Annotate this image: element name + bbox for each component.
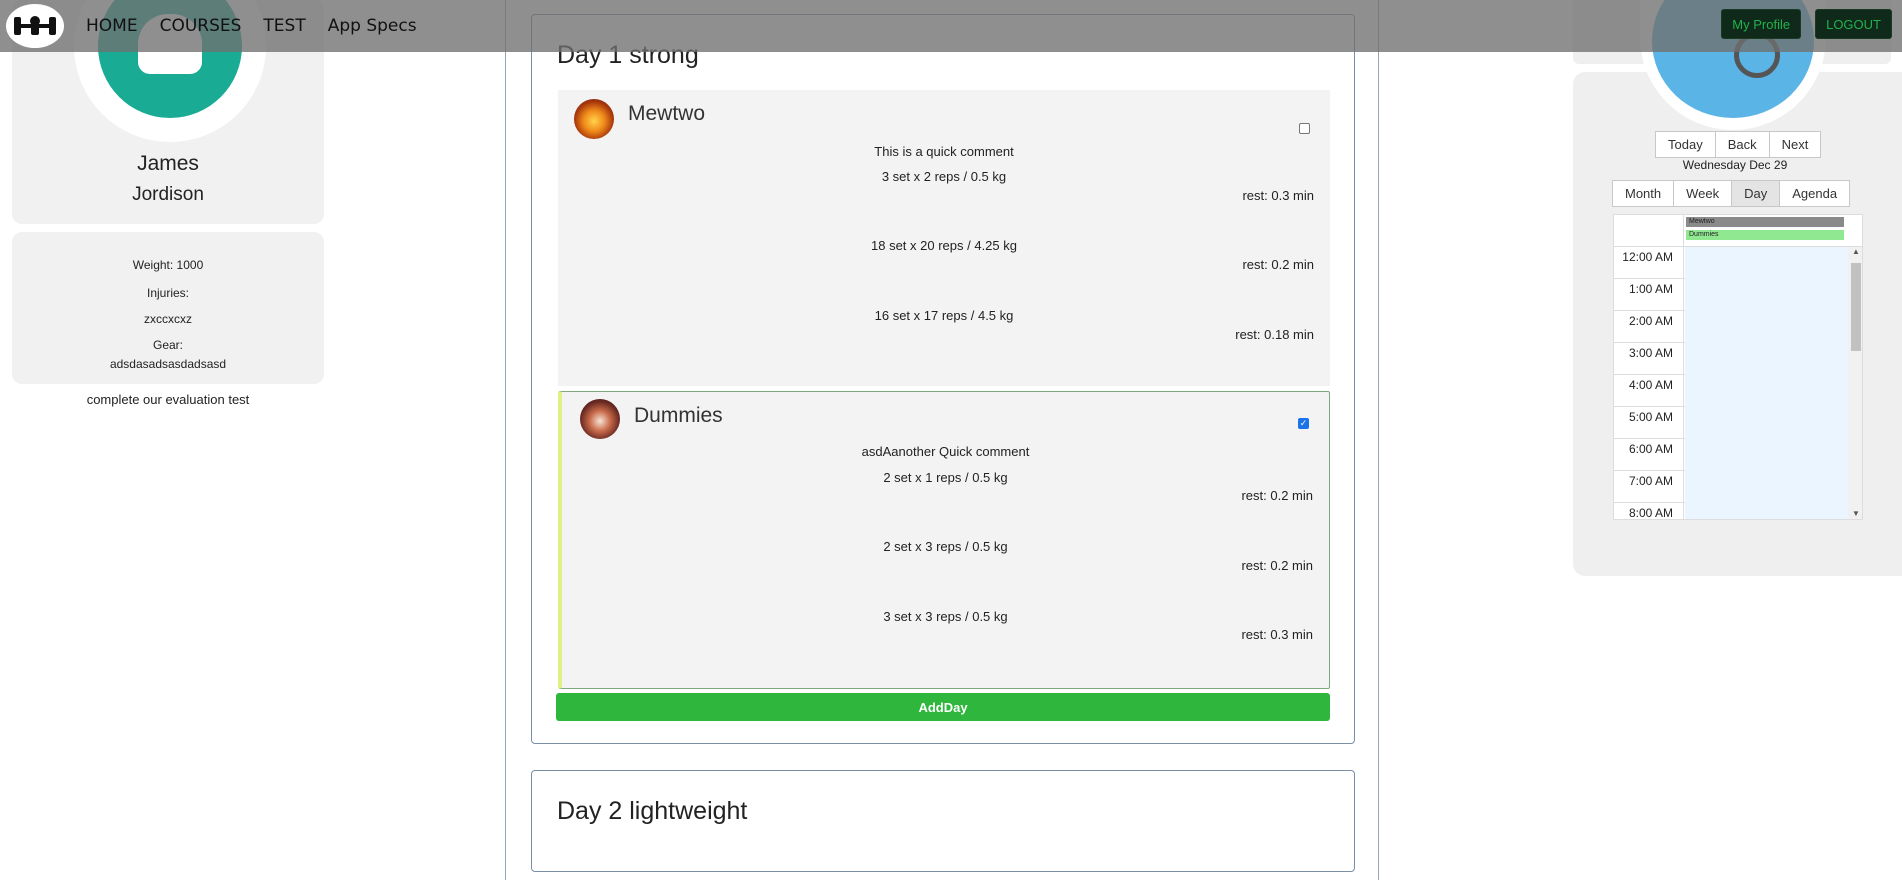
day-title: Day 2 lightweight xyxy=(557,797,748,825)
set-text: 18 set x 20 reps / 4.25 kg xyxy=(871,238,1017,253)
calendar-nav-toolbar: Today Back Next xyxy=(1655,131,1822,158)
exercise-card-selected: Dummies ✓ asdAanother Quick comment 2 se… xyxy=(558,391,1330,689)
top-navbar: HOME COURSES TEST App Specs My Profile L… xyxy=(0,0,1902,52)
nav-courses[interactable]: COURSES xyxy=(160,16,242,36)
nav-test[interactable]: TEST xyxy=(263,16,305,36)
exercise-comment: asdAanother Quick comment xyxy=(861,444,1030,459)
calendar-date-label: Wednesday Dec 29 xyxy=(1682,158,1788,172)
time-slot-label: 7:00 AM xyxy=(1614,471,1684,503)
day-card: Day 2 lightweight xyxy=(531,770,1355,872)
flame-avatar-icon xyxy=(580,399,620,439)
scroll-up-arrow-icon[interactable]: ▲ xyxy=(1848,247,1862,259)
exercise-comment: This is a quick comment xyxy=(874,144,1014,159)
time-slot-cell[interactable] xyxy=(1685,375,1848,407)
dumbbell-logo-icon[interactable] xyxy=(6,4,64,48)
evaluation-link[interactable]: complete our evaluation test xyxy=(12,392,324,407)
time-slot-cell[interactable] xyxy=(1685,247,1848,279)
profile-first-name: James xyxy=(137,152,199,175)
profile-info-card: Weight: 1000 Injuries: zxccxcxz Gear: ad… xyxy=(12,232,324,384)
logout-button[interactable]: LOGOUT xyxy=(1815,9,1892,39)
nav-right-buttons: My Profile LOGOUT xyxy=(1721,9,1892,39)
injuries-value: zxccxcxz xyxy=(144,312,192,326)
exercise-checkbox[interactable] xyxy=(1299,123,1310,134)
main-column: Day 1 strong Mewtwo This is a quick comm… xyxy=(505,0,1379,880)
time-slot-cell[interactable] xyxy=(1685,407,1848,439)
all-day-row: Mewtwo Dummies xyxy=(1614,215,1862,247)
time-slot-cell[interactable] xyxy=(1685,343,1848,375)
weight-text: Weight: 1000 xyxy=(132,258,204,272)
my-profile-button[interactable]: My Profile xyxy=(1721,9,1802,39)
time-slot-cell[interactable] xyxy=(1685,471,1848,503)
fire-avatar-icon xyxy=(574,99,614,139)
day-card: Day 1 strong Mewtwo This is a quick comm… xyxy=(531,14,1355,744)
exercise-name: Dummies xyxy=(634,404,723,427)
time-slot: 6:00 AM xyxy=(1614,439,1848,471)
gear-value: adsdasadsasdadsasd xyxy=(109,357,227,371)
time-slot: 4:00 AM xyxy=(1614,375,1848,407)
next-button[interactable]: Next xyxy=(1768,131,1822,158)
all-day-gutter xyxy=(1614,215,1684,247)
time-slot: 12:00 AM xyxy=(1614,247,1848,279)
nav-links: HOME COURSES TEST App Specs xyxy=(86,0,417,52)
time-slot-label: 12:00 AM xyxy=(1614,247,1684,279)
time-slot: 5:00 AM xyxy=(1614,407,1848,439)
agenda-view-button[interactable]: Agenda xyxy=(1779,180,1851,207)
scroll-down-arrow-icon[interactable]: ▼ xyxy=(1848,509,1862,519)
time-slot-label: 2:00 AM xyxy=(1614,311,1684,343)
time-slot: 2:00 AM xyxy=(1614,311,1848,343)
today-button[interactable]: Today xyxy=(1655,131,1716,158)
rest-text: rest: 0.2 min xyxy=(1241,558,1313,573)
calendar-view-toolbar: Month Week Day Agenda xyxy=(1612,180,1851,207)
rest-text: rest: 0.2 min xyxy=(1242,257,1314,272)
set-text: 3 set x 3 reps / 0.5 kg xyxy=(883,609,1008,624)
set-text: 2 set x 3 reps / 0.5 kg xyxy=(883,539,1008,554)
time-slot-cell[interactable] xyxy=(1685,311,1848,343)
month-view-button[interactable]: Month xyxy=(1612,180,1675,207)
day-view-button[interactable]: Day xyxy=(1731,180,1781,207)
calendar-event[interactable]: Dummies xyxy=(1686,230,1844,240)
rest-text: rest: 0.18 min xyxy=(1235,327,1314,342)
injuries-label: Injuries: xyxy=(146,286,190,300)
set-text: 16 set x 17 reps / 4.5 kg xyxy=(874,308,1014,323)
rest-text: rest: 0.3 min xyxy=(1242,188,1314,203)
calendar-card: Today Back Next Wednesday Dec 29 Month W… xyxy=(1573,0,1902,576)
calendar-event[interactable]: Mewtwo xyxy=(1686,217,1844,227)
time-slot: 8:00 AM xyxy=(1614,503,1848,519)
time-slot: 1:00 AM xyxy=(1614,279,1848,311)
back-button[interactable]: Back xyxy=(1714,131,1770,158)
time-slot-label: 3:00 AM xyxy=(1614,343,1684,375)
week-view-button[interactable]: Week xyxy=(1673,180,1733,207)
time-slot-cell[interactable] xyxy=(1685,279,1848,311)
set-text: 2 set x 1 reps / 0.5 kg xyxy=(883,470,1008,485)
calendar-scrollbar[interactable]: ▲ ▼ xyxy=(1848,247,1862,519)
exercise-name: Mewtwo xyxy=(628,102,706,125)
set-text: 3 set x 2 reps / 0.5 kg xyxy=(881,169,1007,184)
time-grid: 12:00 AM 1:00 AM 2:00 AM 3:00 AM 4:00 AM xyxy=(1614,247,1848,519)
nav-home[interactable]: HOME xyxy=(86,16,138,36)
time-slot-cell[interactable] xyxy=(1685,503,1848,519)
rest-text: rest: 0.2 min xyxy=(1241,488,1313,503)
dumbbell-logo-svg xyxy=(14,16,56,35)
profile-last-name: Jordison xyxy=(132,184,204,205)
exercise-checkbox-checked[interactable]: ✓ xyxy=(1298,418,1309,429)
exercise-card: Mewtwo This is a quick comment 3 set x 2… xyxy=(558,90,1330,386)
nav-app-specs[interactable]: App Specs xyxy=(328,16,417,36)
calendar-day-view: Mewtwo Dummies 12:00 AM 1:00 AM 2:00 AM … xyxy=(1613,214,1863,520)
time-slot-label: 4:00 AM xyxy=(1614,375,1684,407)
time-slot-label: 6:00 AM xyxy=(1614,439,1684,471)
rest-text: rest: 0.3 min xyxy=(1241,627,1313,642)
add-day-button[interactable]: AddDay xyxy=(556,693,1330,721)
time-slot: 3:00 AM xyxy=(1614,343,1848,375)
gear-label: Gear: xyxy=(152,338,183,352)
time-slot-label: 8:00 AM xyxy=(1614,503,1684,519)
time-slot-label: 5:00 AM xyxy=(1614,407,1684,439)
time-slot-cell[interactable] xyxy=(1685,439,1848,471)
page: HOME COURSES TEST App Specs My Profile L… xyxy=(0,0,1902,880)
time-slot: 7:00 AM xyxy=(1614,471,1848,503)
scroll-thumb[interactable] xyxy=(1851,263,1861,351)
time-slot-label: 1:00 AM xyxy=(1614,279,1684,311)
